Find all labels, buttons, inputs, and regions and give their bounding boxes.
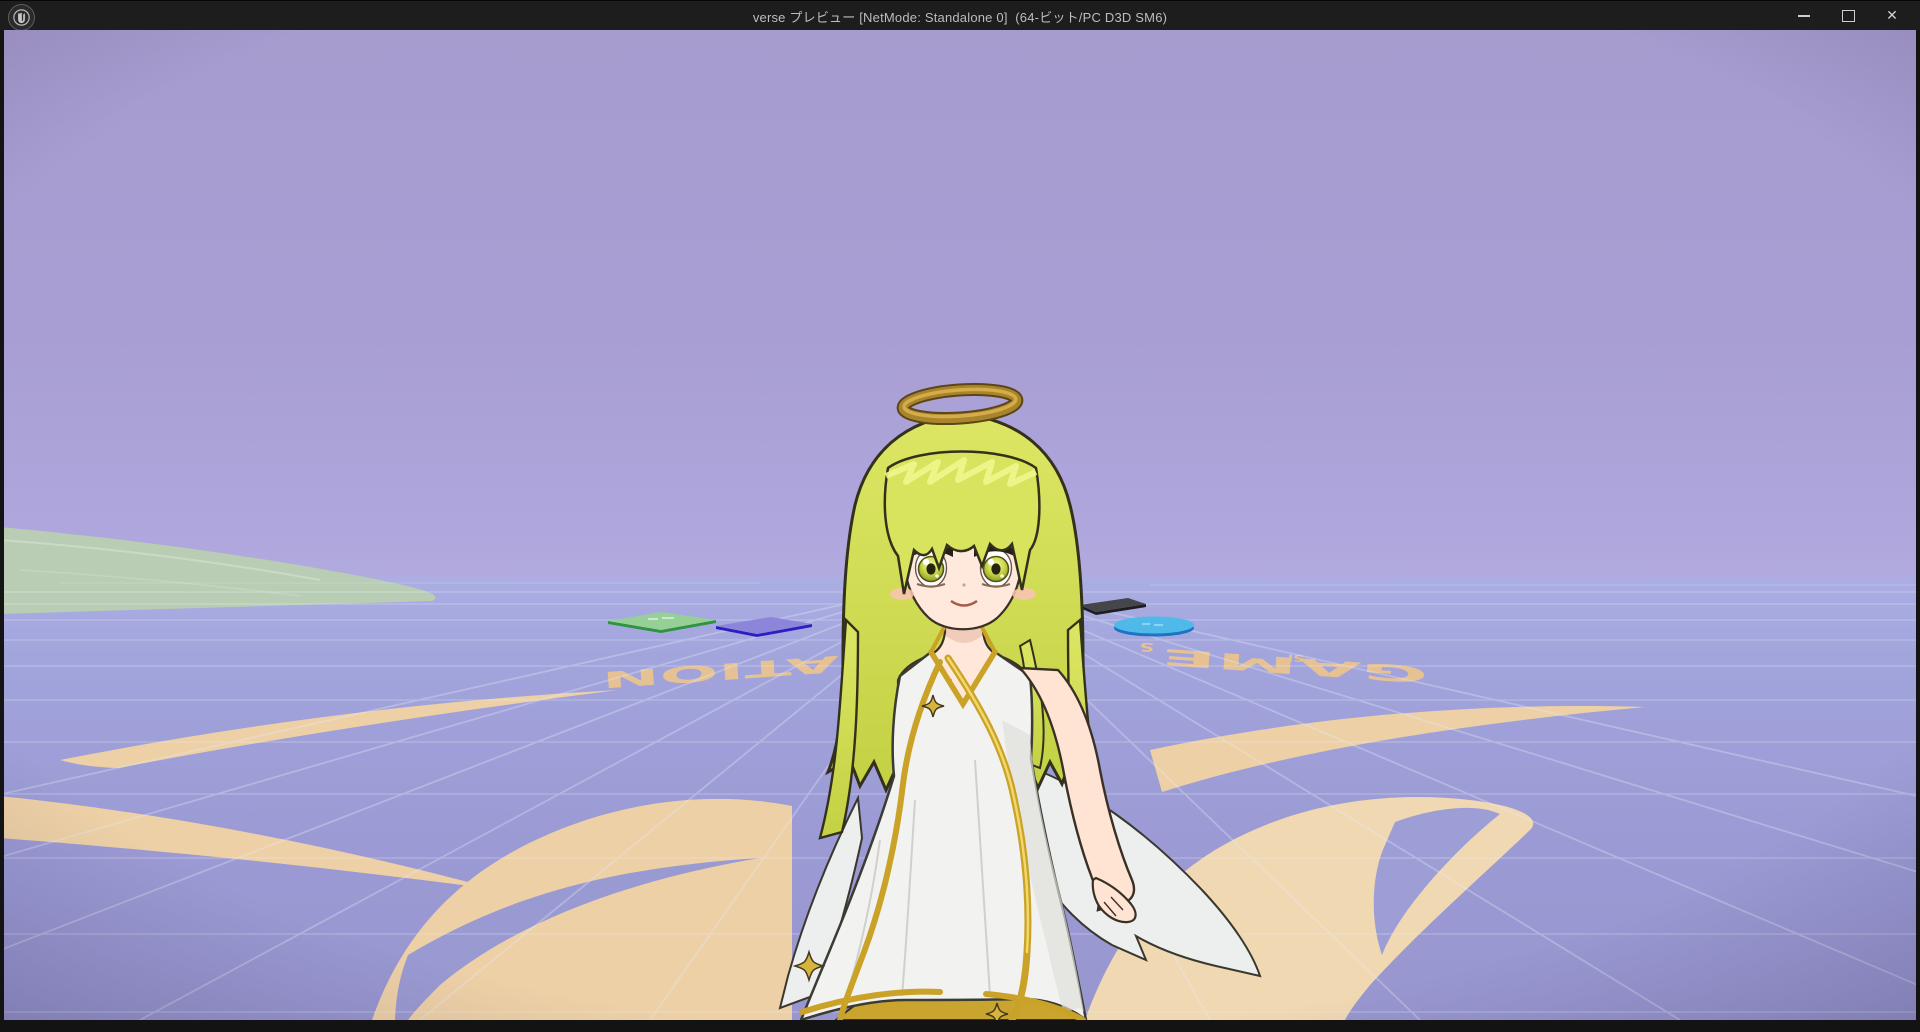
maximize-icon xyxy=(1842,10,1855,22)
window-border-right xyxy=(1916,30,1920,1032)
maximize-button[interactable] xyxy=(1826,1,1870,31)
window-border-left xyxy=(0,30,4,1032)
window-controls: ✕ xyxy=(1782,1,1914,31)
vignette xyxy=(0,30,1920,1020)
minimize-button[interactable] xyxy=(1782,1,1826,31)
game-viewport[interactable]: GAME ATION S SI xyxy=(0,30,1920,1020)
window-border-bottom xyxy=(0,1020,1920,1032)
minimize-icon xyxy=(1798,15,1810,17)
close-button[interactable]: ✕ xyxy=(1870,1,1914,31)
app-window: verse プレビュー [NetMode: Standalone 0] (64-… xyxy=(0,0,1920,1032)
window-title: verse プレビュー [NetMode: Standalone 0] (64-… xyxy=(753,7,1167,26)
titlebar: verse プレビュー [NetMode: Standalone 0] (64-… xyxy=(0,0,1920,31)
close-icon: ✕ xyxy=(1886,8,1898,24)
unreal-engine-logo-icon xyxy=(8,4,35,31)
